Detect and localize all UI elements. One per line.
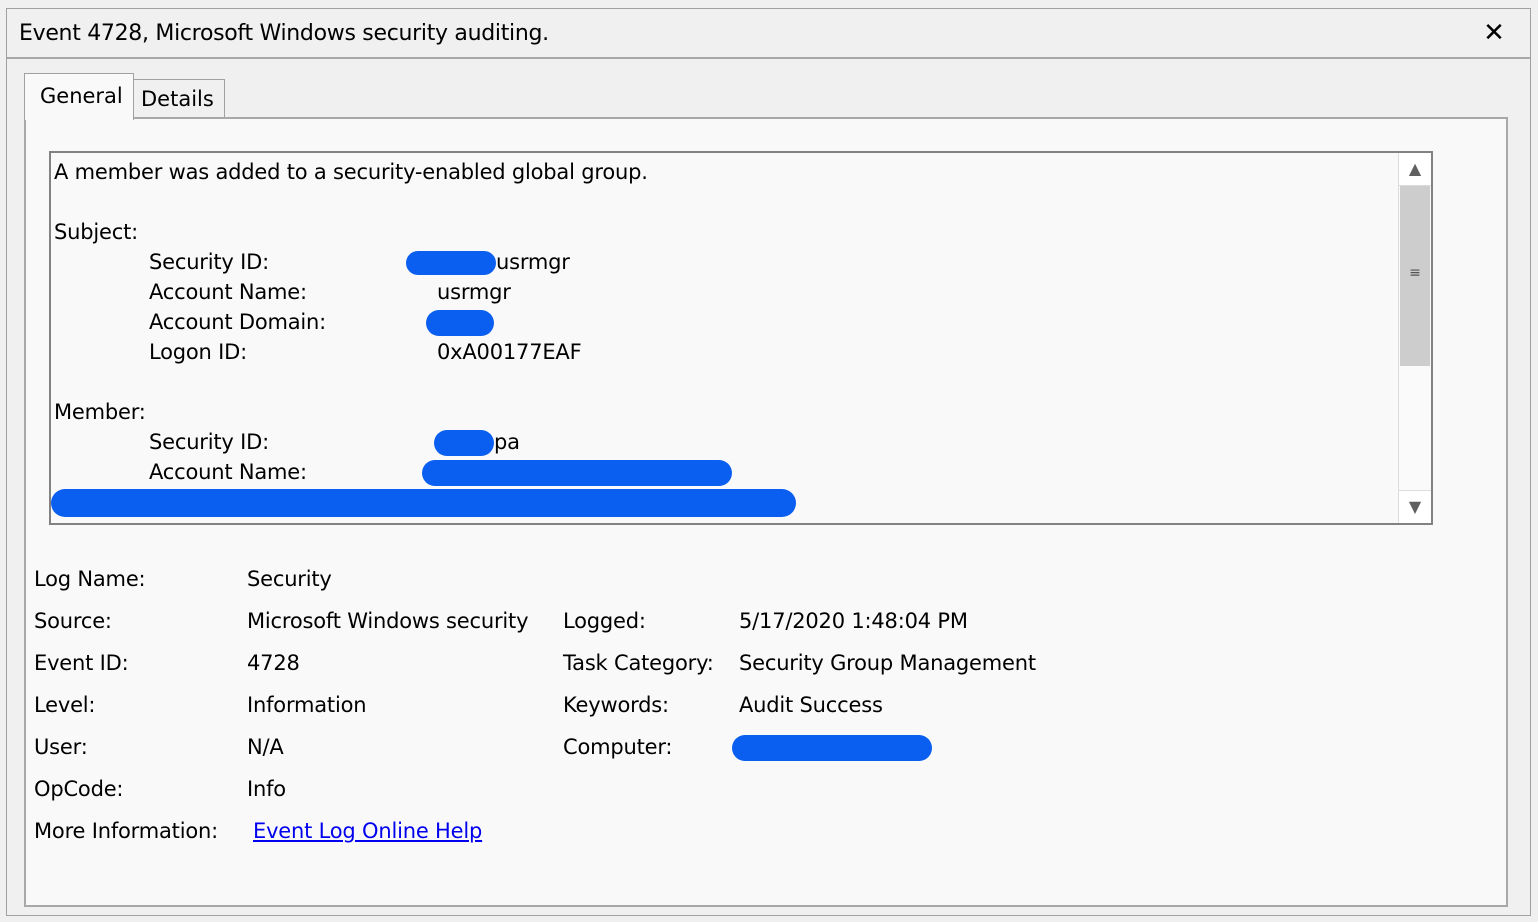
keywords-label: Keywords: (563, 693, 669, 717)
more-info-label: More Information: (34, 819, 218, 843)
task-category-label: Task Category: (563, 651, 714, 675)
general-tab-panel: A member was added to a security-enabled… (24, 117, 1508, 907)
event-properties: Log Name: Security Source: Microsoft Win… (26, 119, 1506, 905)
source-value: Microsoft Windows security (247, 609, 529, 633)
event-log-online-help-link[interactable]: Event Log Online Help (253, 819, 482, 843)
user-label: User: (34, 735, 88, 759)
title-bar: Event 4728, Microsoft Windows security a… (7, 9, 1530, 59)
log-name-value: Security (247, 567, 332, 591)
event-id-label: Event ID: (34, 651, 129, 675)
window-title: Event 4728, Microsoft Windows security a… (19, 21, 549, 46)
redaction-mark (732, 735, 932, 761)
computer-value-redacted (732, 735, 932, 761)
tab-details[interactable]: Details (133, 79, 225, 119)
keywords-value: Audit Success (739, 693, 883, 717)
log-name-label: Log Name: (34, 567, 146, 591)
level-label: Level: (34, 693, 96, 717)
computer-label: Computer: (563, 735, 673, 759)
level-value: Information (247, 693, 367, 717)
event-id-value: 4728 (247, 651, 300, 675)
source-label: Source: (34, 609, 112, 633)
logged-label: Logged: (563, 609, 646, 633)
logged-value: 5/17/2020 1:48:04 PM (739, 609, 968, 633)
user-value: N/A (247, 735, 284, 759)
opcode-label: OpCode: (34, 777, 124, 801)
event-properties-window: Event 4728, Microsoft Windows security a… (6, 8, 1531, 916)
task-category-value: Security Group Management (739, 651, 1036, 675)
close-icon[interactable]: ✕ (1480, 19, 1508, 47)
tab-general[interactable]: General (24, 73, 134, 120)
opcode-value: Info (247, 777, 286, 801)
